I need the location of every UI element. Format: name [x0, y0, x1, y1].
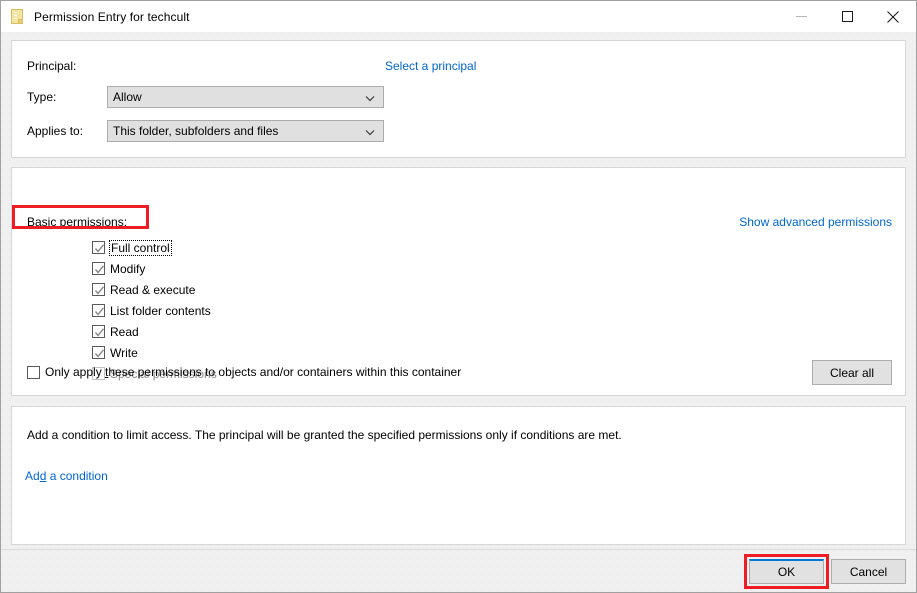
show-advanced-permissions-link[interactable]: Show advanced permissions: [739, 215, 892, 229]
folder-document-icon: [10, 8, 26, 25]
principal-row: Principal:: [27, 55, 107, 77]
applies-to-row: Applies to: This folder, subfolders and …: [27, 120, 384, 142]
principal-label: Principal:: [27, 59, 77, 73]
add-a-condition-link[interactable]: Add a condition: [25, 469, 108, 483]
permission-item-modify[interactable]: Modify: [92, 258, 217, 279]
permission-label: Read: [110, 324, 139, 339]
clear-all-button[interactable]: Clear all: [812, 360, 892, 385]
permission-label: Modify: [110, 261, 146, 276]
type-row: Type: Allow: [27, 86, 384, 108]
permission-label: Read & execute: [110, 282, 196, 297]
applies-to-label: Applies to:: [27, 124, 84, 138]
checkbox[interactable]: [92, 241, 105, 254]
permission-item-read-execute[interactable]: Read & execute: [92, 279, 217, 300]
conditions-panel: Add a condition to limit access. The pri…: [11, 406, 906, 545]
checkbox[interactable]: [92, 346, 105, 359]
permission-item-read[interactable]: Read: [92, 321, 217, 342]
window-controls: [778, 1, 916, 32]
permission-item-write[interactable]: Write: [92, 342, 217, 363]
conditions-description: Add a condition to limit access. The pri…: [27, 428, 622, 442]
checkbox[interactable]: [92, 262, 105, 275]
chevron-down-icon: [365, 87, 375, 109]
dialog-footer: OK Cancel: [1, 549, 916, 592]
only-apply-row[interactable]: Only apply these permissions to objects …: [27, 365, 461, 379]
permission-label: Full control: [109, 239, 172, 256]
permission-entry-dialog: Permission Entry for techcult Principal:…: [0, 0, 917, 593]
type-label: Type:: [27, 90, 57, 104]
checkbox[interactable]: [92, 325, 105, 338]
applies-to-dropdown-value: This folder, subfolders and files: [113, 124, 279, 138]
window-title: Permission Entry for techcult: [34, 9, 190, 24]
ok-button[interactable]: OK: [749, 559, 824, 584]
principal-panel: Principal: Select a principal Type: Allo…: [11, 40, 906, 158]
select-a-principal-link[interactable]: Select a principal: [385, 55, 476, 77]
permissions-checkbox-list: Full control Modify Read & execute List fol…: [92, 237, 217, 384]
only-apply-label: Only apply these permissions to objects …: [45, 365, 462, 379]
type-dropdown-value: Allow: [113, 90, 142, 104]
title-bar: Permission Entry for techcult: [1, 1, 916, 32]
only-apply-checkbox[interactable]: [27, 365, 40, 379]
checkbox[interactable]: [92, 304, 105, 317]
maximize-icon[interactable]: [824, 1, 870, 32]
type-dropdown[interactable]: Allow: [107, 86, 384, 108]
permission-label: List folder contents: [110, 303, 211, 318]
basic-permissions-heading: Basic permissions:: [27, 215, 128, 229]
chevron-down-icon: [365, 121, 375, 143]
dialog-body: Principal: Select a principal Type: Allo…: [1, 32, 916, 549]
permission-item-full-control[interactable]: Full control: [92, 237, 217, 258]
minimize-icon[interactable]: [778, 1, 824, 32]
permission-item-list-folder-contents[interactable]: List folder contents: [92, 300, 217, 321]
cancel-button[interactable]: Cancel: [831, 559, 906, 584]
permission-label: Write: [110, 345, 138, 360]
checkbox[interactable]: [92, 283, 105, 296]
applies-to-dropdown[interactable]: This folder, subfolders and files: [107, 120, 384, 142]
close-icon[interactable]: [870, 1, 916, 32]
basic-permissions-panel: Basic permissions: Show advanced permiss…: [11, 167, 906, 396]
